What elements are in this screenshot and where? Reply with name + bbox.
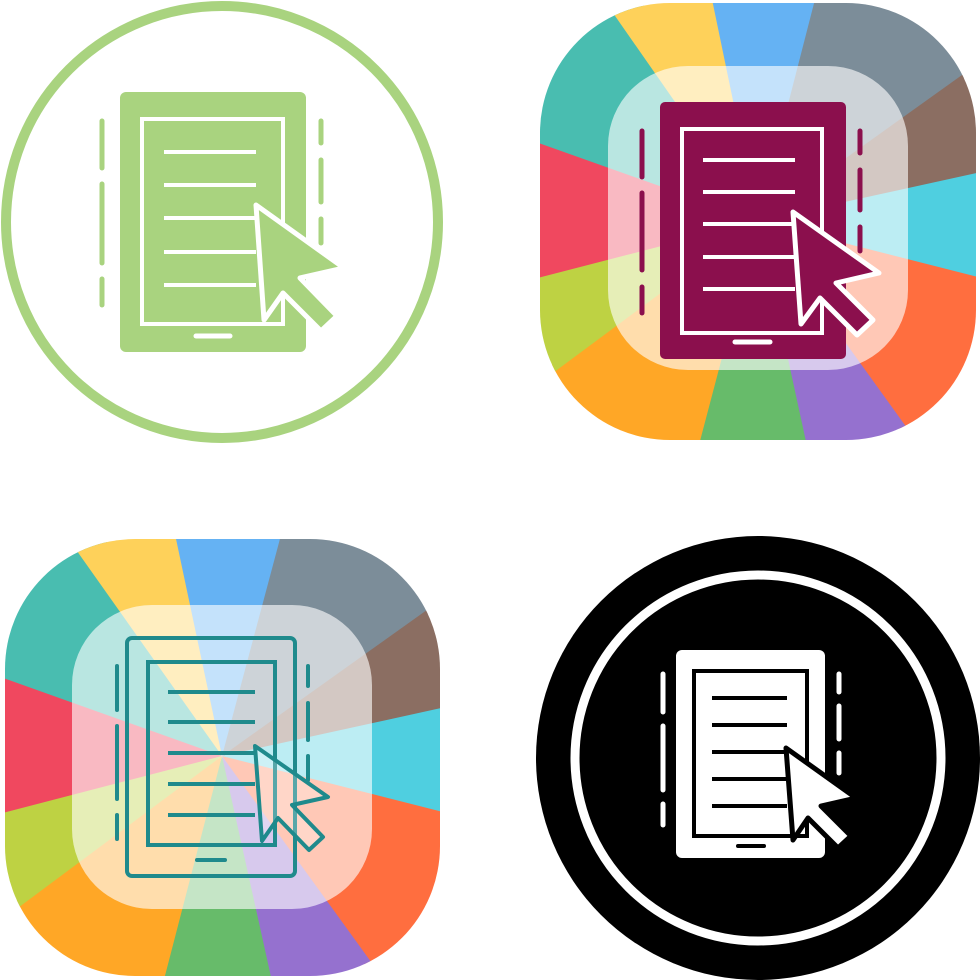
ebook-reader-icon bbox=[490, 490, 980, 980]
ebook-reader-flat-circle bbox=[1, 1, 443, 443]
ebook-reader-icon bbox=[490, 0, 980, 490]
ebook-reader-line-rainbow bbox=[5, 539, 440, 976]
icon-sheet bbox=[0, 0, 980, 980]
ebook-reader-glyph-black bbox=[536, 536, 980, 980]
ebook-reader-glyph-rainbow bbox=[540, 3, 976, 440]
ebook-reader-icon bbox=[0, 0, 490, 490]
ebook-reader-icon bbox=[0, 490, 490, 980]
